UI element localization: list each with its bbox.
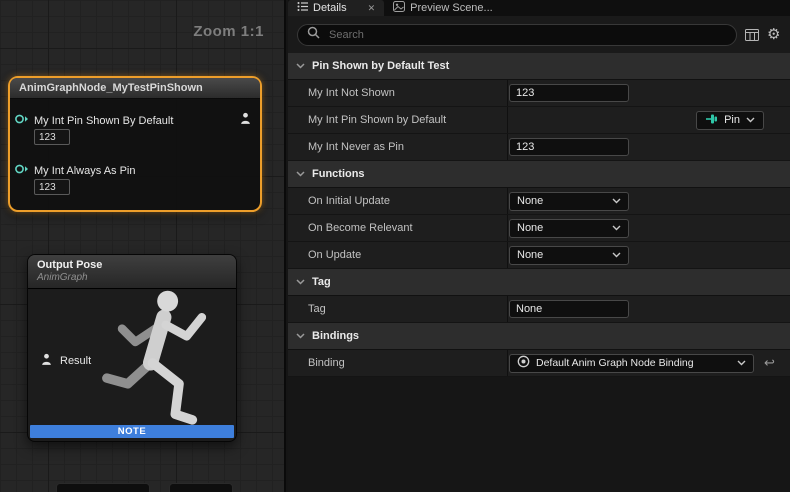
tab-bar: Details ✕ Preview Scene... bbox=[288, 0, 790, 16]
tab-label: Preview Scene... bbox=[410, 2, 493, 14]
section-title: Pin Shown by Default Test bbox=[312, 60, 449, 72]
node-animgraphnode-mytestpinshown[interactable]: AnimGraphNode_MyTestPinShown My Int Pin … bbox=[8, 76, 262, 212]
chevron-down-icon bbox=[296, 330, 305, 342]
on-initial-update-dropdown[interactable]: None bbox=[509, 192, 629, 211]
property-label: My Int Pin Shown by Default bbox=[288, 114, 507, 126]
property-label: On Initial Update bbox=[288, 195, 507, 207]
unreal-editor-window: Zoom 1:1 AnimGraphNode_MyTestPinShown My… bbox=[0, 0, 790, 492]
my-int-not-shown-input[interactable] bbox=[509, 84, 629, 102]
property-label: My Int Never as Pin bbox=[288, 141, 507, 153]
node-header[interactable]: Output Pose AnimGraph bbox=[28, 255, 236, 289]
search-icon bbox=[307, 26, 320, 44]
result-pin-row: Result bbox=[40, 353, 91, 369]
tab-details[interactable]: Details ✕ bbox=[288, 0, 384, 16]
search-toolbar: ⚙ bbox=[288, 16, 790, 53]
property-label: My Int Not Shown bbox=[288, 87, 507, 99]
zoom-level: Zoom 1:1 bbox=[193, 23, 264, 40]
property-label: Binding bbox=[288, 357, 507, 369]
details-panel: Details ✕ Preview Scene... ⚙ bbox=[288, 0, 790, 492]
chevron-down-icon bbox=[612, 222, 621, 234]
section-title: Functions bbox=[312, 168, 365, 180]
pin-label: My Int Pin Shown By Default bbox=[34, 115, 173, 127]
section-header-functions[interactable]: Functions bbox=[288, 161, 790, 188]
note-banner[interactable]: NOTE bbox=[30, 425, 234, 438]
pin-value-input[interactable] bbox=[34, 179, 70, 195]
dropdown-value: None bbox=[517, 195, 606, 207]
search-input[interactable] bbox=[327, 28, 727, 42]
property-label: Tag bbox=[288, 303, 507, 315]
node-title[interactable]: AnimGraphNode_MyTestPinShown bbox=[10, 78, 260, 99]
mannequin-figure bbox=[86, 285, 236, 437]
preview-scene-icon bbox=[393, 1, 405, 15]
dropdown-value: Default Anim Graph Node Binding bbox=[536, 357, 731, 369]
section-header-bindings[interactable]: Bindings bbox=[288, 323, 790, 350]
section-header-tag[interactable]: Tag bbox=[288, 269, 790, 296]
result-pin-label: Result bbox=[60, 355, 91, 367]
chevron-down-icon bbox=[296, 168, 305, 180]
tab-preview-scene[interactable]: Preview Scene... bbox=[384, 0, 502, 16]
property-row-my-int-pin-shown-by-default: My Int Pin Shown by Default Pin bbox=[288, 107, 790, 134]
reset-to-default-icon[interactable]: ↩ bbox=[764, 355, 775, 371]
node-output-pose[interactable]: Output Pose AnimGraph Result NOTE bbox=[27, 254, 237, 442]
property-row-binding: Binding Default Anim Graph Node Binding … bbox=[288, 350, 790, 377]
tag-input[interactable] bbox=[509, 300, 629, 318]
close-icon[interactable]: ✕ bbox=[368, 3, 376, 14]
chevron-down-icon bbox=[612, 249, 621, 261]
chevron-down-icon bbox=[296, 60, 305, 72]
on-become-relevant-dropdown[interactable]: None bbox=[509, 219, 629, 238]
partial-node[interactable] bbox=[169, 483, 233, 492]
node-subtitle: AnimGraph bbox=[37, 272, 227, 284]
dropdown-value: None bbox=[517, 249, 606, 261]
pin-icon bbox=[705, 113, 718, 128]
property-row-on-become-relevant: On Become Relevant None bbox=[288, 215, 790, 242]
pin-value-input[interactable] bbox=[34, 129, 70, 145]
property-row-on-initial-update: On Initial Update None bbox=[288, 188, 790, 215]
section-header-pin-test[interactable]: Pin Shown by Default Test bbox=[288, 53, 790, 80]
chevron-down-icon bbox=[296, 276, 305, 288]
pose-result-pin-icon[interactable] bbox=[40, 353, 53, 369]
pose-output-pin-icon[interactable] bbox=[239, 112, 252, 130]
on-update-dropdown[interactable]: None bbox=[509, 246, 629, 265]
chevron-down-icon bbox=[737, 357, 746, 369]
tab-label: Details bbox=[313, 2, 347, 14]
details-list-icon bbox=[297, 1, 308, 15]
section-title: Bindings bbox=[312, 330, 359, 342]
int-pin-icon[interactable] bbox=[14, 113, 29, 128]
dropdown-value: None bbox=[517, 222, 606, 234]
property-row-tag: Tag bbox=[288, 296, 790, 323]
property-label: On Update bbox=[288, 249, 507, 261]
chevron-down-icon bbox=[612, 195, 621, 207]
property-row-my-int-never-as-pin: My Int Never as Pin bbox=[288, 134, 790, 161]
search-box[interactable] bbox=[297, 24, 737, 46]
binding-icon bbox=[517, 355, 530, 371]
partial-node[interactable] bbox=[56, 483, 150, 492]
pin-row-always-as-pin: My Int Always As Pin bbox=[14, 163, 135, 178]
pin-label: My Int Always As Pin bbox=[34, 165, 135, 177]
pin-dropdown-button[interactable]: Pin bbox=[696, 111, 764, 130]
chevron-down-icon bbox=[746, 114, 755, 126]
display-filter-grid-icon[interactable] bbox=[745, 29, 759, 41]
settings-gear-icon[interactable]: ⚙ bbox=[767, 27, 780, 42]
section-title: Tag bbox=[312, 276, 331, 288]
property-label: On Become Relevant bbox=[288, 222, 507, 234]
pin-row-shown-by-default: My Int Pin Shown By Default bbox=[14, 113, 173, 128]
property-row-on-update: On Update None bbox=[288, 242, 790, 269]
pin-button-label: Pin bbox=[724, 114, 740, 126]
binding-dropdown[interactable]: Default Anim Graph Node Binding bbox=[509, 354, 754, 373]
my-int-never-as-pin-input[interactable] bbox=[509, 138, 629, 156]
property-row-my-int-not-shown: My Int Not Shown bbox=[288, 80, 790, 107]
anim-graph-canvas[interactable]: Zoom 1:1 AnimGraphNode_MyTestPinShown My… bbox=[0, 0, 286, 492]
int-pin-icon[interactable] bbox=[14, 163, 29, 178]
node-title: Output Pose bbox=[37, 259, 227, 272]
